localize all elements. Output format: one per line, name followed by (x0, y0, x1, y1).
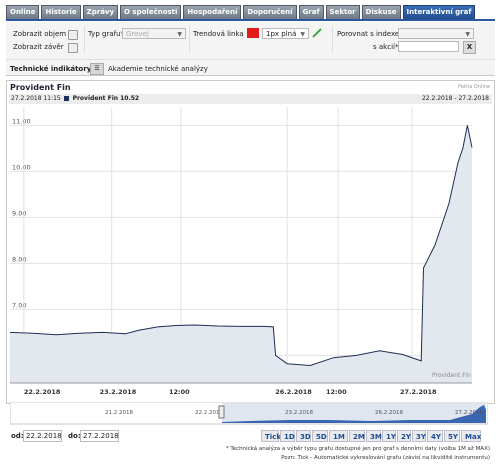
chart-type-value: Grovej (126, 30, 149, 38)
divider (189, 26, 190, 52)
show-close-checkbox[interactable] (68, 43, 78, 53)
to-date-input[interactable]: 27.2.2018 (80, 430, 119, 442)
tab-9[interactable]: Interaktivní graf (402, 5, 476, 19)
show-close-label: Zobrazit závěr (13, 43, 64, 51)
from-label: od: (11, 432, 24, 440)
divider (84, 26, 85, 52)
tab-0[interactable]: Online (6, 5, 40, 19)
footnote-2: Pozn: Tick - Automatické vykreslování gr… (281, 455, 490, 461)
tab-8[interactable]: Diskuse (361, 5, 401, 19)
show-volume-label: Zobrazit objem (13, 30, 67, 38)
price-chart[interactable]: 11.0010.009.008.007.006.0022.2.201823.2.… (10, 105, 488, 400)
navigator-label: 23.2.2018 (285, 410, 313, 416)
zoom-button-1[interactable]: 1D (280, 430, 295, 442)
tab-1[interactable]: Historie (41, 5, 81, 19)
navigator-left-handle[interactable] (218, 405, 225, 419)
zoom-button-8[interactable]: 2Y (397, 430, 411, 442)
tab-bar: Online Historie Zprávy O společnosti Hospoda… (6, 5, 477, 19)
tech-indicators-label: Technické indikátory*: (10, 65, 98, 73)
navigator-label: 26.2.2018 (375, 410, 403, 416)
zoom-button-12[interactable]: Max (461, 430, 481, 442)
tab-6[interactable]: Graf (298, 5, 324, 19)
zoom-button-3[interactable]: 5D (312, 430, 328, 442)
zoom-button-9[interactable]: 3Y (412, 430, 426, 442)
x-tick-label: 12:00 (169, 388, 190, 396)
chevron-down-icon: ▼ (300, 31, 305, 38)
from-date-input[interactable]: 22.2.2018 (23, 430, 62, 442)
y-tick-label: 10.00 (12, 163, 31, 171)
navigator-label: 21.2.2018 (105, 410, 133, 416)
zoom-button-2[interactable]: 3D (296, 430, 311, 442)
compare-index-select[interactable]: ▼ (398, 28, 474, 39)
zoom-button-11[interactable]: 5Y (444, 430, 460, 442)
zoom-button-10[interactable]: 4Y (427, 430, 443, 442)
trendline-width-value: 1px plná (266, 30, 297, 38)
tab-4[interactable]: Hospodaření (183, 5, 242, 19)
tab-underline (6, 19, 495, 21)
chevron-down-icon: ▼ (177, 31, 182, 38)
zoom-button-7[interactable]: 1Y (382, 430, 396, 442)
info-series: Provident Fin 10.52 (72, 95, 140, 102)
range-navigator[interactable]: 21.2.2018 22.2.2018 23.2.2018 26.2.2018 27.2… (10, 402, 488, 426)
to-label: do: (68, 432, 81, 440)
chevron-down-icon: ▼ (465, 31, 470, 38)
tab-2[interactable]: Zprávy (82, 5, 119, 19)
chart-watermark: Provident Fin (432, 372, 471, 379)
chart-type-select[interactable]: Grovej ▼ (122, 28, 186, 39)
zoom-button-6[interactable]: 3M (366, 430, 382, 442)
x-tick-label: 12:00 (326, 388, 347, 396)
chart-title: Provident Fin (10, 83, 71, 92)
divider (6, 59, 495, 60)
tab-5[interactable]: Doporučení (243, 5, 297, 19)
trendline-label: Trendová linka (193, 30, 244, 38)
remove-compare-button[interactable]: X (463, 41, 476, 54)
series-square-icon (63, 96, 69, 101)
zoom-button-5[interactable]: 2M (349, 430, 365, 442)
data-provider: Patria Online (457, 84, 490, 90)
compare-stock-label: s akcií* (373, 43, 399, 51)
zoom-button-0[interactable]: Tick (261, 430, 281, 442)
compare-stock-input[interactable] (398, 41, 459, 52)
x-tick-label: 26.2.2018 (275, 388, 312, 396)
tab-7[interactable]: Sektor (325, 5, 360, 19)
footnote-1: * Technická analýza a výběr typu grafu d… (225, 446, 490, 452)
x-tick-label: 27.2.2018 (400, 388, 437, 396)
trendline-color-swatch[interactable] (247, 28, 259, 38)
trendline-width-select[interactable]: 1px plná ▼ (262, 28, 309, 39)
x-tick-label: 23.2.2018 (100, 388, 137, 396)
x-tick-label: 22.2.2018 (24, 388, 61, 396)
y-tick-label: 11.00 (12, 117, 31, 125)
pencil-icon[interactable] (311, 27, 323, 39)
info-range: 22.2.2018 - 27.2.2018 (421, 95, 489, 102)
chart-info-bar: 27.2.2018 11:15 Provident Fin 10.52 22.2… (9, 94, 492, 104)
navigator-label: 27.2.2018 (455, 410, 483, 416)
add-indicator-button[interactable]: ☰ (90, 63, 104, 75)
info-time: 27.2.2018 11:15 (11, 95, 61, 102)
tab-3[interactable]: O společnosti (120, 5, 182, 19)
zoom-button-4[interactable]: 1M (329, 430, 348, 442)
show-volume-checkbox[interactable] (68, 30, 78, 40)
academy-link[interactable]: Akademie technické analýzy (108, 65, 208, 73)
chart-type-label: Typ grafu* (88, 30, 125, 38)
divider (332, 26, 333, 52)
